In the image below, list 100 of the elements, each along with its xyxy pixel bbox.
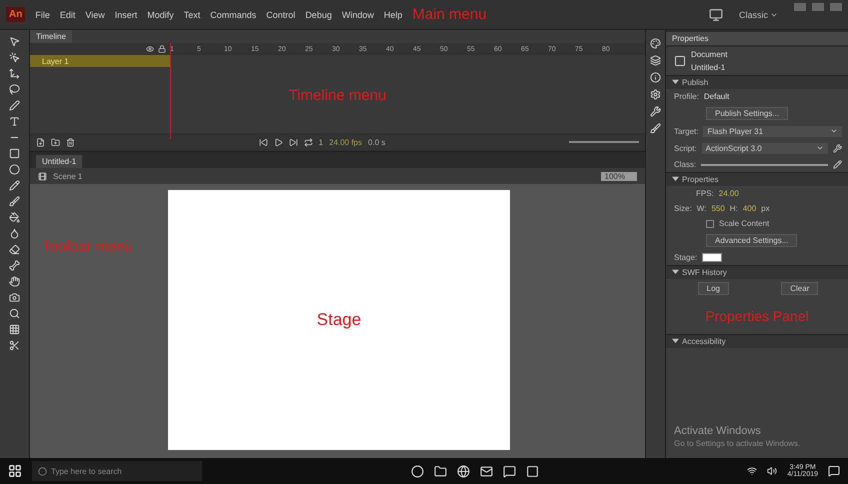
loop-icon[interactable] [304,138,313,146]
height-value[interactable]: 400 [742,204,756,213]
timeline-tab[interactable]: Timeline [30,30,72,43]
stage-label: Stage: [674,253,698,262]
annotation-label: Main menu [412,6,487,23]
scene-icon [38,172,47,180]
panel-icon[interactable] [650,72,661,83]
tool-icon[interactable] [9,36,20,47]
menu-item[interactable]: File [35,10,50,20]
workspace-dropdown[interactable]: Classic [732,8,784,20]
section-header[interactable]: Accessibility [666,334,848,348]
profile-value: Default [704,92,730,101]
document-tab[interactable]: Untitled-1 [36,155,82,168]
target-select[interactable]: Flash Player 31 [703,126,842,137]
tool-icon[interactable] [9,116,20,127]
search-field[interactable]: Type here to search [32,461,202,481]
new-layer-icon[interactable] [36,138,45,146]
unit-label: px [761,204,770,213]
skip-back-icon[interactable] [258,138,268,146]
tool-icon[interactable] [9,340,20,351]
fps-value[interactable]: 24.00 [718,189,739,198]
clear-button[interactable]: Clear [781,282,818,295]
document-icon [674,55,686,67]
tool-icon[interactable] [9,324,20,335]
panel-icon[interactable] [650,89,661,100]
tool-icon[interactable] [9,52,20,63]
tool-icon[interactable] [9,180,20,191]
tool-icon[interactable] [9,148,20,159]
watermark-title: Activate Windows [674,425,762,437]
menu-item[interactable]: Window [342,10,374,20]
play-icon[interactable] [274,138,283,146]
publish-settings-button[interactable]: Publish Settings... [706,107,788,120]
layer-row[interactable]: Layer 1 [30,55,170,67]
eye-icon [146,45,154,53]
section-header[interactable]: Publish [666,75,848,89]
target-label: Target: [674,127,698,136]
menu-item[interactable]: Text [184,10,200,20]
tool-icon[interactable] [9,164,20,175]
tool-icon[interactable] [9,308,20,319]
fps-label: FPS: [696,189,714,198]
start-icon[interactable] [8,464,22,478]
tool-icon[interactable] [9,228,20,239]
script-select[interactable]: ActionScript 3.0 [702,143,828,154]
tool-icon[interactable] [9,260,20,271]
panel-icon[interactable] [650,38,661,49]
height-label: H: [730,204,738,213]
wifi-icon [747,466,758,476]
section-header[interactable]: Properties [666,172,848,186]
annotation-label: Timeline menu [288,86,386,104]
tool-icon[interactable] [9,212,20,223]
class-label: Class: [674,160,696,169]
triangle-icon [672,268,679,275]
taskbar-app-icon[interactable] [456,464,470,478]
annotation-label: Stage [316,310,362,330]
chevron-icon [830,127,838,135]
tool-icon[interactable] [9,244,20,255]
section-header[interactable]: SWF History [666,265,848,279]
trash-icon[interactable] [66,138,75,146]
elapsed-time: 0.0 s [368,138,386,146]
skip-forward-icon[interactable] [288,138,298,146]
tool-icon[interactable] [9,196,20,207]
menu-item[interactable]: Modify [147,10,174,20]
script-label: Script: [674,144,697,153]
document-name[interactable]: Untitled-1 [691,63,728,72]
panel-icon[interactable] [650,123,661,134]
volume-icon [767,466,778,476]
taskbar-app-icon[interactable] [434,464,447,478]
menu-item[interactable]: View [85,10,105,20]
checkbox[interactable] [706,220,714,228]
new-folder-icon[interactable] [51,138,60,146]
taskbar-app-icon[interactable] [502,464,516,478]
notification-icon[interactable] [828,465,840,477]
wrench-icon[interactable] [833,144,842,153]
tool-icon[interactable] [9,276,20,287]
tool-icon[interactable] [9,84,20,95]
color-swatch[interactable] [702,253,722,262]
taskbar-app-icon[interactable] [480,464,493,478]
advanced-settings-button[interactable]: Advanced Settings... [706,234,798,247]
triangle-icon [672,78,679,85]
properties-tab[interactable]: Properties [666,32,848,45]
width-value[interactable]: 550 [711,204,725,213]
panel-icon[interactable] [650,55,661,66]
log-button[interactable]: Log [698,282,729,295]
zoom-field[interactable]: 100% [600,172,637,180]
menu-item[interactable]: Insert [114,10,138,20]
menu-item[interactable]: Help [384,10,402,20]
panel-icon[interactable] [650,106,661,117]
annotation-label: Toolbar menu [42,238,133,255]
scene-link[interactable]: Scene 1 [53,172,82,180]
pencil-icon[interactable] [833,160,842,169]
taskbar-app-icon[interactable] [410,464,424,478]
menu-item[interactable]: Commands [210,10,256,20]
menu-item[interactable]: Edit [60,10,76,20]
tool-icon[interactable] [9,292,20,303]
tool-icon[interactable] [9,100,20,111]
menu-item[interactable]: Debug [305,10,332,20]
tool-icon[interactable] [9,68,20,79]
menu-item[interactable]: Control [266,10,296,20]
document-type: Document [691,50,728,59]
taskbar-app-icon[interactable] [526,464,539,478]
